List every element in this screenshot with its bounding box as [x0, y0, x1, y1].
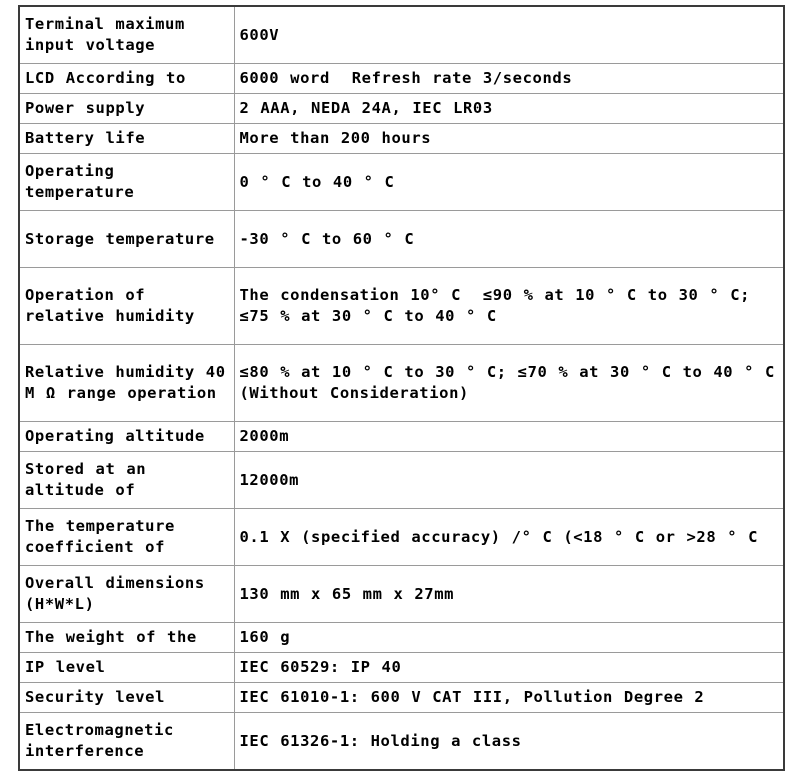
spec-parameter-cell: Relative humidity 40 M Ω range operation — [19, 344, 235, 422]
spec-value-cell: More than 200 hours — [233, 123, 784, 154]
spec-parameter-cell: The weight of the — [19, 622, 235, 653]
spec-value-cell: 2000m — [233, 421, 784, 452]
spec-parameter-cell: LCD According to — [19, 63, 235, 94]
spec-value-cell: -30 ° C to 60 ° C — [233, 210, 784, 268]
spec-parameter-cell: Operating temperature — [19, 153, 235, 211]
spec-value-cell: IEC 61326-1: Holding a class — [233, 712, 784, 770]
table-row: Electromagnetic interference IEC 61326-1:… — [19, 712, 784, 770]
spec-parameter-cell: Operation of relative humidity — [19, 267, 235, 345]
spec-parameter-cell: Operating altitude — [19, 421, 235, 452]
table-row: Overall dimensions (H*W*L) 130 mm x 65 mm… — [19, 565, 784, 623]
document-page: Terminal maximum input voltage 600V LCD Ac… — [0, 0, 800, 771]
table-row: Stored at an altitude of 12000m — [19, 451, 784, 509]
spec-parameter-cell: Storage temperature — [19, 210, 235, 268]
table-row: Operating temperature 0 ° C to 40 ° C — [19, 153, 784, 211]
spec-parameter-cell: Battery life — [19, 123, 235, 154]
spec-value-cell: 160 g — [233, 622, 784, 653]
table-row: Operating altitude 2000m — [19, 421, 784, 452]
table-row: Terminal maximum input voltage 600V — [19, 6, 784, 64]
spec-parameter-cell: The temperature coefficient of — [19, 508, 235, 566]
spec-value-cell: 0 ° C to 40 ° C — [233, 153, 784, 211]
spec-value-cell: The condensation 10° C ≤90 % at 10 ° C t… — [233, 267, 784, 345]
table-row: Storage temperature -30 ° C to 60 ° C — [19, 210, 784, 268]
spec-parameter-cell: Power supply — [19, 93, 235, 124]
table-row: Battery life More than 200 hours — [19, 123, 784, 154]
table-row: The temperature coefficient of 0.1 X (spe… — [19, 508, 784, 566]
table-row: The weight of the 160 g — [19, 622, 784, 653]
spec-value-cell: 600V — [233, 6, 784, 64]
table-row: Operation of relative humidity The conden… — [19, 267, 784, 345]
table-row: Relative humidity 40 M Ω range operation… — [19, 344, 784, 422]
spec-value-cell: IEC 60529: IP 40 — [233, 652, 784, 683]
specifications-table: Terminal maximum input voltage 600V LCD Ac… — [18, 5, 785, 771]
spec-value-cell: ≤80 % at 10 ° C to 30 ° C; ≤70 % at 30 °… — [233, 344, 784, 422]
table-row: IP level IEC 60529: IP 40 — [19, 652, 784, 683]
spec-parameter-cell: Overall dimensions (H*W*L) — [19, 565, 235, 623]
table-row: LCD According to 6000 word Refresh rate 3… — [19, 63, 784, 94]
table-row: Power supply 2 AAA, NEDA 24A, IEC LR03 — [19, 93, 784, 124]
spec-parameter-cell: Security level — [19, 682, 235, 713]
spec-parameter-cell: Electromagnetic interference — [19, 712, 235, 770]
spec-parameter-cell: IP level — [19, 652, 235, 683]
table-row: Security level IEC 61010-1: 600 V CAT III… — [19, 682, 784, 713]
spec-value-cell: 0.1 X (specified accuracy) /° C (<18 ° C… — [233, 508, 784, 566]
spec-value-cell: IEC 61010-1: 600 V CAT III, Pollution De… — [233, 682, 784, 713]
spec-parameter-cell: Stored at an altitude of — [19, 451, 235, 509]
spec-value-cell: 6000 word Refresh rate 3/seconds — [233, 63, 784, 94]
spec-parameter-cell: Terminal maximum input voltage — [19, 6, 235, 64]
spec-value-cell: 130 mm x 65 mm x 27mm — [233, 565, 784, 623]
spec-value-cell: 2 AAA, NEDA 24A, IEC LR03 — [233, 93, 784, 124]
spec-value-cell: 12000m — [233, 451, 784, 509]
specifications-table-body: Terminal maximum input voltage 600V LCD Ac… — [19, 6, 784, 770]
